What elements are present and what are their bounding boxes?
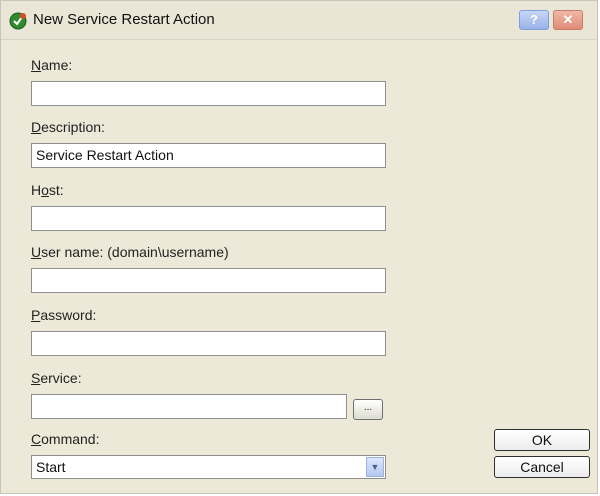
password-input[interactable] bbox=[31, 331, 386, 356]
browse-service-button[interactable]: ... bbox=[353, 399, 383, 420]
help-button[interactable]: ? bbox=[519, 10, 549, 30]
description-input[interactable]: Service Restart Action bbox=[31, 143, 386, 168]
command-label: Command: bbox=[31, 431, 100, 447]
username-input[interactable] bbox=[31, 268, 386, 293]
cancel-button[interactable]: Cancel bbox=[494, 456, 590, 478]
dialog-title: New Service Restart Action bbox=[33, 11, 215, 28]
app-icon bbox=[9, 12, 27, 30]
command-select[interactable]: Start ▼ bbox=[31, 455, 386, 479]
title-bar[interactable]: New Service Restart Action ? ✕ bbox=[1, 1, 597, 40]
host-label: Host: bbox=[31, 182, 64, 198]
username-label: User name: (domain\username) bbox=[31, 244, 229, 260]
ok-button[interactable]: OK bbox=[494, 429, 590, 451]
host-input[interactable] bbox=[31, 206, 386, 231]
command-selected-value: Start bbox=[36, 459, 66, 475]
service-input[interactable] bbox=[31, 394, 347, 419]
dialog-window: New Service Restart Action ? ✕ Name: Des… bbox=[0, 0, 598, 494]
name-label: Name: bbox=[31, 57, 73, 73]
service-label: Service: bbox=[31, 370, 82, 386]
chevron-down-icon[interactable]: ▼ bbox=[366, 457, 384, 477]
name-input[interactable] bbox=[31, 81, 386, 106]
password-label: Password: bbox=[31, 307, 97, 323]
close-button[interactable]: ✕ bbox=[553, 10, 583, 30]
close-icon: ✕ bbox=[562, 12, 574, 27]
description-label: Description: bbox=[31, 119, 105, 135]
